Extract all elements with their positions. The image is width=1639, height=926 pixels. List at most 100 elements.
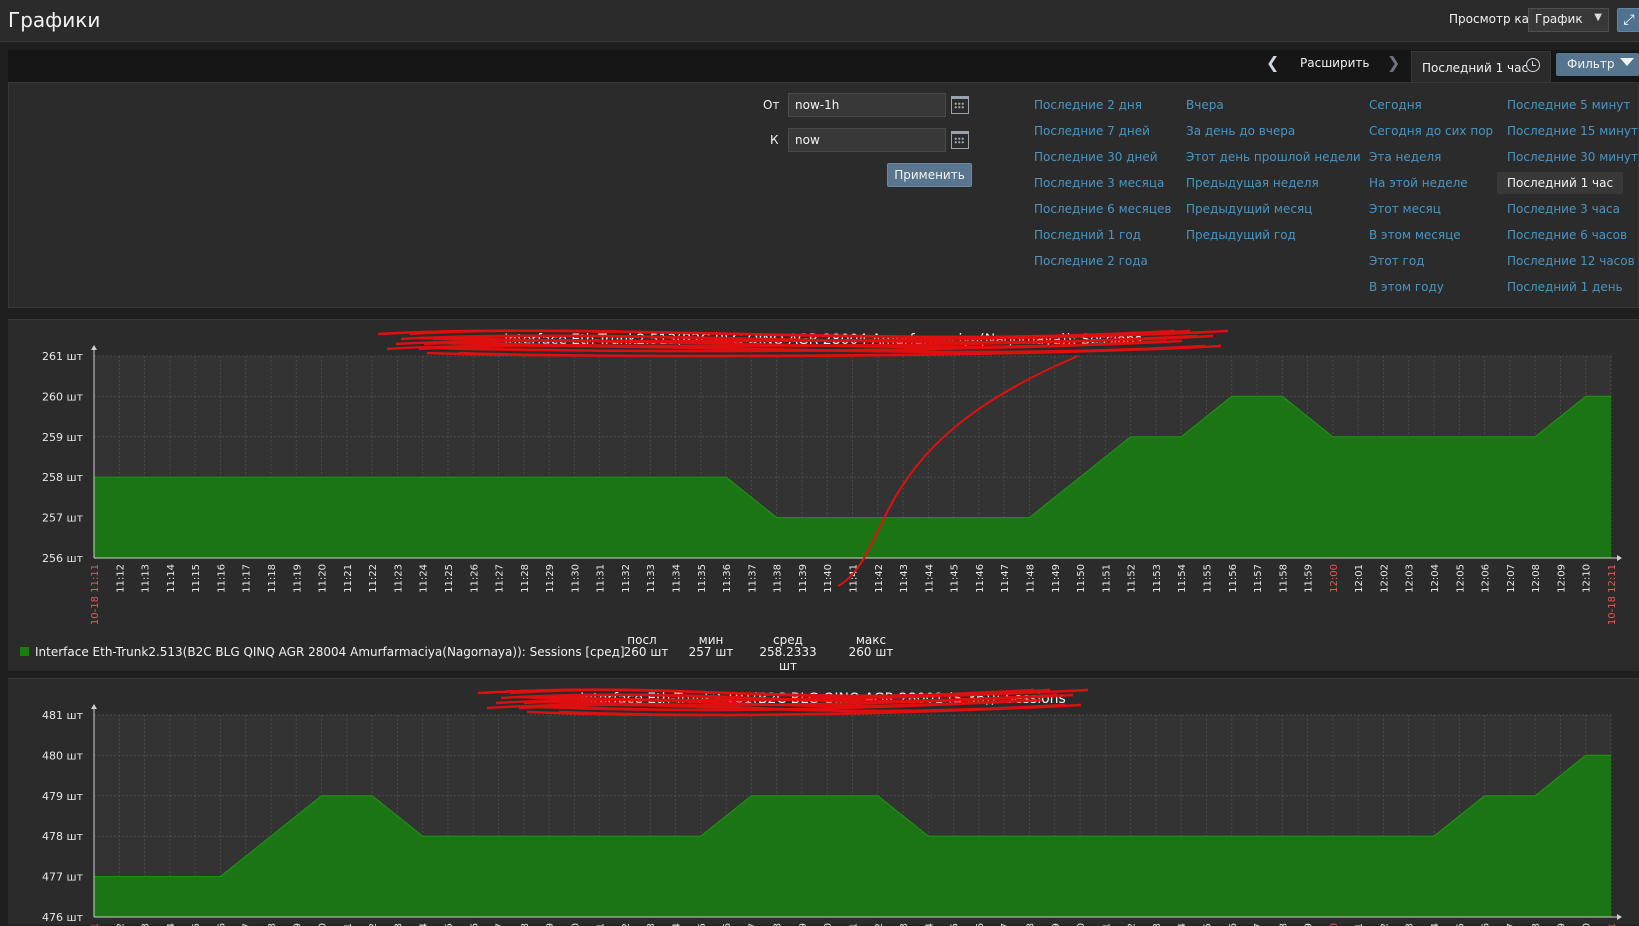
x-tick-label: 11:25 xyxy=(444,564,455,593)
quick-range-link[interactable]: Эта неделя xyxy=(1369,150,1441,164)
x-tick-label: 11:35 xyxy=(697,564,708,593)
graph-panel: Interface Eth-Trunk2.101(B2C BLG QINQ AG… xyxy=(8,678,1639,926)
x-tick-label: 11:57 xyxy=(1253,564,1264,593)
quick-range-link[interactable]: Последние 12 часов xyxy=(1507,254,1635,268)
x-tick-label: 11:22 xyxy=(368,564,379,593)
apply-button[interactable]: Применить xyxy=(887,163,972,187)
quick-range-link[interactable]: Последние 3 месяца xyxy=(1034,176,1164,190)
quick-range-link[interactable]: Последний 1 день xyxy=(1507,280,1623,294)
tab-filter-label: Фильтр xyxy=(1567,57,1615,71)
legend-series-name: Interface Eth-Trunk2.513(B2C BLG QINQ AG… xyxy=(35,645,582,659)
x-tick-label: 11:28 xyxy=(520,564,531,593)
x-tick-label: 11:29 xyxy=(545,564,556,593)
quick-range-link[interactable]: Последние 15 минут xyxy=(1507,124,1638,138)
quick-range-link[interactable]: На этой неделе xyxy=(1369,176,1468,190)
fullscreen-button[interactable]: ⤢ xyxy=(1617,8,1639,32)
x-tick-label: 11:55 xyxy=(1202,564,1213,593)
x-tick-label: 11:30 xyxy=(570,564,581,593)
x-tick-label: 11:48 xyxy=(1025,564,1036,593)
page-title: Графики xyxy=(8,8,101,32)
y-tick-label: 481 шт xyxy=(42,709,84,722)
x-tick-label: 11:42 xyxy=(874,564,885,593)
x-tick-label: 11:51 xyxy=(1101,564,1112,593)
x-tick-label: 11:47 xyxy=(1000,564,1011,593)
x-tick-label: 11:34 xyxy=(672,564,683,593)
x-tick-label: 11:16 xyxy=(216,564,227,593)
quick-range-link[interactable]: Последние 2 дня xyxy=(1034,98,1142,112)
x-tick-label: 12:05 xyxy=(1455,564,1466,593)
quick-range-link[interactable]: Предыдущий месяц xyxy=(1186,202,1312,216)
quick-range-link[interactable]: Последний 1 час xyxy=(1497,172,1624,194)
y-tick-label: 476 шт xyxy=(42,911,84,924)
quick-range-link[interactable]: Предыдущий год xyxy=(1186,228,1296,242)
from-input[interactable] xyxy=(788,93,946,117)
x-tick-label: 11:21 xyxy=(343,564,354,593)
quick-range-link[interactable]: Последние 6 часов xyxy=(1507,228,1627,242)
x-tick-label: 11:23 xyxy=(393,564,404,593)
x-axis-arrow xyxy=(1617,914,1622,920)
chevron-left-icon[interactable]: ❮ xyxy=(1266,53,1279,72)
zoom-out-button[interactable]: Расширить xyxy=(1300,56,1369,70)
x-tick-label: 11:32 xyxy=(621,564,632,593)
graph-chart: Interface Eth-Trunk2.101(B2C BLG QINQ AG… xyxy=(42,688,1622,926)
calendar-icon[interactable] xyxy=(951,96,969,114)
graph-legend: Interface Eth-Trunk2.513(B2C BLG QINQ AG… xyxy=(20,645,582,659)
quick-range-link[interactable]: Последние 2 года xyxy=(1034,254,1148,268)
quick-range-link[interactable]: Сегодня xyxy=(1369,98,1422,112)
y-tick-label: 256 шт xyxy=(42,552,84,565)
x-tick-label: 12:01 xyxy=(1354,564,1365,593)
quick-range-link[interactable]: Предыдущая неделя xyxy=(1186,176,1319,190)
tab-time-period[interactable]: Последний 1 час xyxy=(1411,51,1551,82)
y-tick-label: 258 шт xyxy=(42,471,84,484)
x-tick-label: 11:59 xyxy=(1304,564,1315,593)
x-tick-label: 12:06 xyxy=(1481,564,1492,593)
x-tick-label: 11:54 xyxy=(1177,564,1188,593)
x-tick-label: 11:50 xyxy=(1076,564,1087,593)
y-tick-label: 259 шт xyxy=(42,431,84,444)
x-tick-label: 11:43 xyxy=(899,564,910,593)
y-tick-label: 261 шт xyxy=(42,350,84,363)
quick-range-link[interactable]: Последний 1 год xyxy=(1034,228,1141,242)
clock-icon xyxy=(1526,58,1540,72)
quick-range-link[interactable]: Последние 3 часа xyxy=(1507,202,1620,216)
quick-range-link[interactable]: Этот месяц xyxy=(1369,202,1441,216)
legend-max-value: 260 шт xyxy=(848,645,894,659)
quick-range-link[interactable]: Последние 6 месяцев xyxy=(1034,202,1171,216)
from-label: От xyxy=(763,98,780,112)
x-tick-label: 11:18 xyxy=(267,564,278,593)
quick-range-link[interactable]: Этот год xyxy=(1369,254,1424,268)
to-input[interactable] xyxy=(788,128,946,152)
x-tick-label: 12:09 xyxy=(1556,564,1567,593)
x-tick-label: 11:31 xyxy=(596,564,607,593)
legend-min-value: 257 шт xyxy=(688,645,734,659)
x-tick-label: 11:52 xyxy=(1127,564,1138,593)
y-axis-arrow xyxy=(91,704,97,709)
x-tick-label: 11:36 xyxy=(722,564,733,593)
view-as-select[interactable]: График ▼ xyxy=(1528,8,1609,32)
quick-range-link[interactable]: За день до вчера xyxy=(1186,124,1295,138)
quick-range-link[interactable]: Последние 5 минут xyxy=(1507,98,1630,112)
x-tick-label: 11:38 xyxy=(773,564,784,593)
x-tick-label: 11:37 xyxy=(747,564,758,593)
quick-range-link[interactable]: Последние 7 дней xyxy=(1034,124,1150,138)
x-tick-label: 11:40 xyxy=(823,564,834,593)
quick-range-link[interactable]: Сегодня до сих пор xyxy=(1369,124,1493,138)
quick-range-link[interactable]: В этом месяце xyxy=(1369,228,1461,242)
y-axis-arrow xyxy=(91,345,97,350)
tab-filter[interactable]: Фильтр xyxy=(1556,53,1639,76)
quick-range-link[interactable]: Этот день прошлой недели xyxy=(1186,150,1361,164)
calendar-icon[interactable] xyxy=(951,131,969,149)
quick-range-link[interactable]: Последние 30 дней xyxy=(1034,150,1158,164)
x-tick-label: 11:15 xyxy=(191,564,202,593)
chevron-right-icon[interactable]: ❯ xyxy=(1387,53,1400,72)
x-tick-label: 11:27 xyxy=(495,564,506,593)
quick-range-link[interactable]: Последние 30 минут xyxy=(1507,150,1638,164)
x-tick-label: 11:58 xyxy=(1278,564,1289,593)
quick-range-link[interactable]: Вчера xyxy=(1186,98,1224,112)
view-as-value: График xyxy=(1535,12,1583,26)
x-tick-label: 11:19 xyxy=(292,564,303,593)
graph-chart: Interface Eth-Trunk2.513(B2C BLG QINQ AG… xyxy=(42,329,1622,625)
quick-range-link[interactable]: В этом году xyxy=(1369,280,1444,294)
x-tick-label: 11:39 xyxy=(798,564,809,593)
y-tick-label: 257 шт xyxy=(42,512,84,525)
